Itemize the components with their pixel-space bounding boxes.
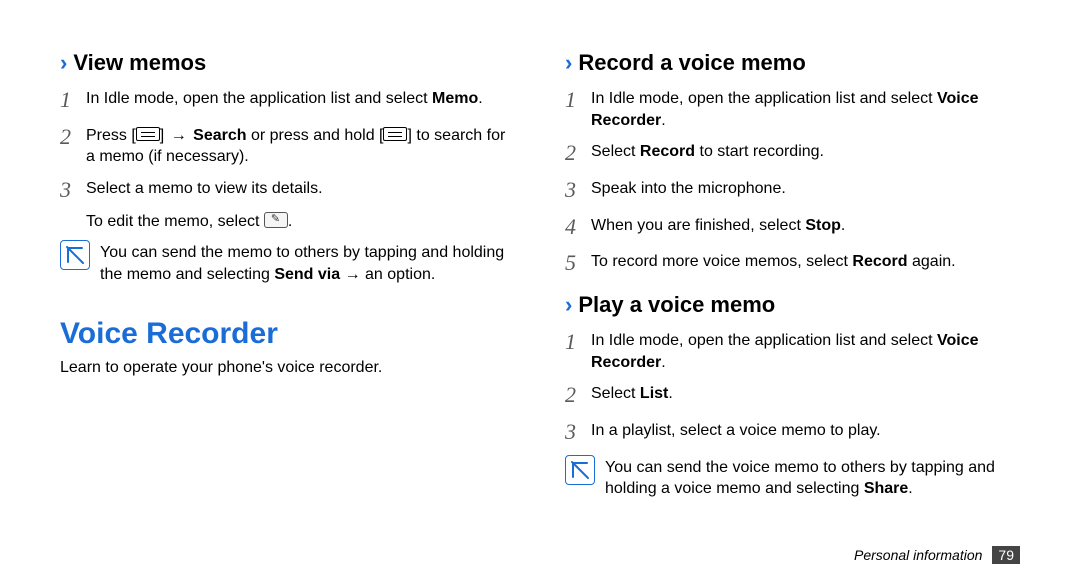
step-number: 2	[565, 379, 591, 410]
step-text: In a playlist, select a voice memo to pl…	[591, 416, 1020, 442]
step-1: 1 In Idle mode, open the application lis…	[60, 84, 515, 115]
record-step-1: 1 In Idle mode, open the application lis…	[565, 84, 1020, 131]
heading-play-voice-memo: › Play a voice memo	[565, 292, 1020, 318]
step-number: 3	[60, 174, 86, 205]
step-3: 3 Select a memo to view its details.	[60, 174, 515, 205]
step-text: Press [] → Search or press and hold [] t…	[86, 121, 515, 168]
bold-stop: Stop	[805, 217, 841, 234]
heading-voice-recorder: Voice Recorder	[60, 317, 515, 351]
edit-key-icon	[264, 212, 288, 228]
text: .	[908, 480, 912, 497]
heading-text: Record a voice memo	[578, 50, 805, 76]
bold-share: Share	[864, 480, 908, 497]
heading-record-voice-memo: › Record a voice memo	[565, 50, 1020, 76]
heading-view-memos: › View memos	[60, 50, 515, 76]
text: .	[661, 112, 665, 129]
text: .	[668, 385, 672, 402]
step-text: In Idle mode, open the application list …	[86, 84, 515, 110]
record-step-2: 2 Select Record to start recording.	[565, 137, 1020, 168]
page-footer: Personal information 79	[854, 546, 1020, 564]
text: .	[841, 217, 845, 234]
bold-search: Search	[193, 127, 246, 144]
text: again.	[908, 253, 956, 270]
step-number: 1	[60, 84, 86, 115]
step-2: 2 Press [] → Search or press and hold []…	[60, 121, 515, 168]
text: to start recording.	[695, 143, 824, 160]
bold-record: Record	[640, 143, 695, 160]
step-text: Select Record to start recording.	[591, 137, 1020, 163]
footer-page-number: 79	[992, 546, 1020, 564]
arrow-icon: →	[169, 127, 189, 144]
text: You can send the voice memo to others by…	[605, 459, 995, 498]
step-text: In Idle mode, open the application list …	[591, 326, 1020, 373]
text: .	[478, 90, 482, 107]
step-number: 3	[565, 174, 591, 205]
text: To record more voice memos, select	[591, 253, 852, 270]
note-text: You can send the voice memo to others by…	[605, 455, 1020, 500]
text: Select	[591, 385, 640, 402]
bold-send-via: Send via	[274, 266, 340, 283]
note-play-voice-memo: You can send the voice memo to others by…	[565, 455, 1020, 500]
step-text: To record more voice memos, select Recor…	[591, 247, 1020, 273]
step-number: 1	[565, 326, 591, 357]
text: .	[288, 213, 292, 230]
play-step-3: 3 In a playlist, select a voice memo to …	[565, 416, 1020, 447]
text: Select	[591, 143, 640, 160]
step-text: Select a memo to view its details.	[86, 174, 515, 200]
note-text: You can send the memo to others by tappi…	[100, 240, 515, 285]
note-icon	[60, 240, 90, 270]
bold-record: Record	[852, 253, 907, 270]
arrow-icon: →	[340, 266, 365, 283]
step-3-subline: To edit the memo, select .	[86, 211, 515, 233]
chevron-icon: ›	[565, 50, 572, 76]
footer-section-label: Personal information	[854, 547, 982, 563]
text: .	[661, 354, 665, 371]
right-column: › Record a voice memo 1 In Idle mode, op…	[565, 50, 1020, 516]
heading-text: View memos	[73, 50, 206, 76]
record-step-4: 4 When you are finished, select Stop.	[565, 211, 1020, 242]
step-number: 5	[565, 247, 591, 278]
menu-key-icon	[136, 127, 160, 141]
bold-list: List	[640, 385, 668, 402]
page-columns: › View memos 1 In Idle mode, open the ap…	[60, 50, 1020, 516]
step-number: 3	[565, 416, 591, 447]
text: In Idle mode, open the application list …	[591, 332, 937, 349]
step-number: 2	[565, 137, 591, 168]
step-text: When you are finished, select Stop.	[591, 211, 1020, 237]
text: or press and hold [	[247, 127, 384, 144]
record-step-5: 5 To record more voice memos, select Rec…	[565, 247, 1020, 278]
chevron-icon: ›	[60, 50, 67, 76]
text: In Idle mode, open the application list …	[86, 90, 432, 107]
note-icon	[565, 455, 595, 485]
text: Press [	[86, 127, 136, 144]
text: When you are finished, select	[591, 217, 805, 234]
note-view-memos: You can send the memo to others by tappi…	[60, 240, 515, 285]
text: ]	[160, 127, 169, 144]
heading-text: Play a voice memo	[578, 292, 775, 318]
chevron-icon: ›	[565, 292, 572, 318]
menu-key-icon	[383, 127, 407, 141]
step-text: Select List.	[591, 379, 1020, 405]
step-number: 4	[565, 211, 591, 242]
play-step-2: 2 Select List.	[565, 379, 1020, 410]
step-number: 1	[565, 84, 591, 115]
text: an option.	[365, 266, 435, 283]
bold-memo: Memo	[432, 90, 478, 107]
text: In Idle mode, open the application list …	[591, 90, 937, 107]
play-step-1: 1 In Idle mode, open the application lis…	[565, 326, 1020, 373]
text: To edit the memo, select	[86, 213, 264, 230]
record-step-3: 3 Speak into the microphone.	[565, 174, 1020, 205]
intro-text: Learn to operate your phone's voice reco…	[60, 357, 515, 379]
step-number: 2	[60, 121, 86, 152]
step-text: In Idle mode, open the application list …	[591, 84, 1020, 131]
step-text: Speak into the microphone.	[591, 174, 1020, 200]
left-column: › View memos 1 In Idle mode, open the ap…	[60, 50, 515, 516]
